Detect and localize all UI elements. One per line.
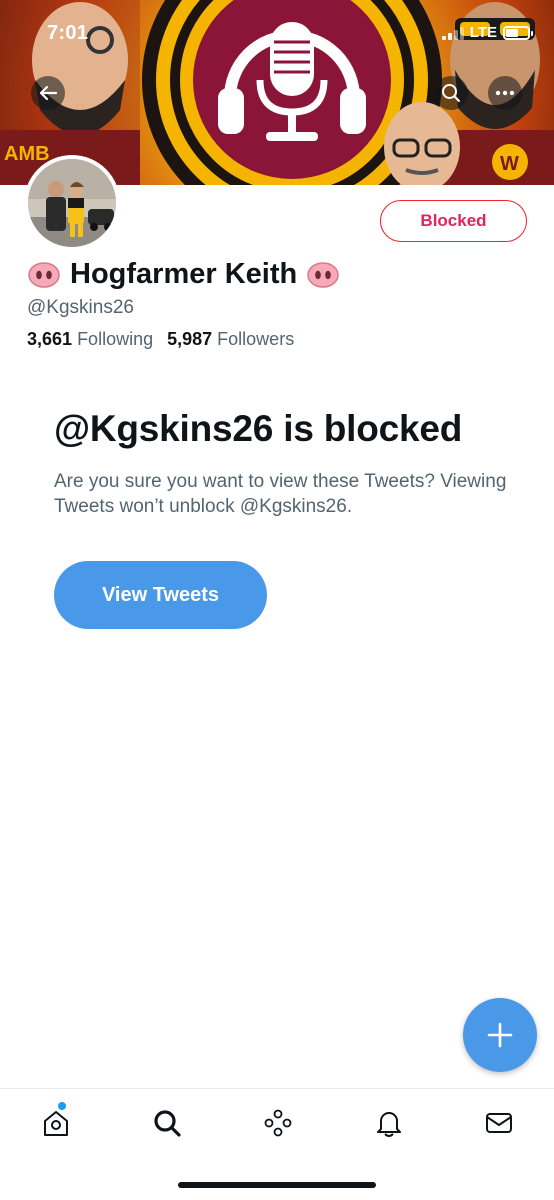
followers-count: 5,987 bbox=[167, 329, 213, 349]
search-icon bbox=[154, 1110, 181, 1137]
view-tweets-button[interactable]: View Tweets bbox=[54, 561, 267, 629]
back-arrow-icon bbox=[39, 85, 58, 101]
svg-text:AMB: AMB bbox=[4, 143, 50, 165]
signal-icon bbox=[441, 26, 464, 40]
more-icon bbox=[495, 90, 515, 96]
tab-spaces[interactable] bbox=[258, 1105, 298, 1141]
home-indicator[interactable] bbox=[178, 1182, 376, 1188]
home-icon bbox=[44, 1111, 68, 1136]
display-name: Hogfarmer Keith bbox=[28, 258, 339, 291]
search-icon bbox=[442, 84, 460, 102]
tab-search[interactable] bbox=[147, 1105, 187, 1141]
blocked-button[interactable]: Blocked bbox=[380, 200, 527, 242]
pig-nose-icon bbox=[28, 261, 60, 288]
followers-label: Followers bbox=[217, 329, 295, 349]
avatar[interactable] bbox=[24, 155, 120, 251]
blocked-description: Are you sure you want to view these Twee… bbox=[54, 471, 507, 517]
status-indicators: LTE bbox=[441, 24, 533, 41]
network-type: LTE bbox=[469, 24, 497, 41]
profile-search-button[interactable] bbox=[434, 76, 468, 110]
tab-home[interactable] bbox=[36, 1102, 76, 1141]
messages-icon bbox=[486, 1113, 512, 1133]
compose-tweet-button[interactable] bbox=[463, 998, 537, 1072]
tab-messages[interactable] bbox=[479, 1105, 519, 1141]
avatar-photo bbox=[28, 159, 116, 247]
svg-text:W: W bbox=[500, 153, 519, 175]
pig-nose-icon bbox=[307, 261, 339, 288]
status-time: 7:01 bbox=[47, 22, 89, 44]
followers-link[interactable]: 5,987 Followers bbox=[167, 329, 294, 350]
microphone-headphones-icon bbox=[218, 22, 366, 141]
following-label: Following bbox=[77, 329, 154, 349]
display-name-text: Hogfarmer Keith bbox=[70, 258, 298, 290]
tab-notifications[interactable] bbox=[369, 1105, 409, 1141]
spaces-icon bbox=[264, 1109, 292, 1137]
back-button[interactable] bbox=[31, 76, 65, 110]
following-link[interactable]: 3,661 Following bbox=[27, 329, 153, 350]
user-handle: @Kgskins26 bbox=[27, 297, 134, 318]
battery-icon bbox=[503, 25, 533, 40]
blocked-title: @Kgskins26 is blocked bbox=[54, 408, 463, 449]
follow-stats: 3,661 Following 5,987 Followers bbox=[27, 329, 294, 350]
more-options-button[interactable] bbox=[488, 76, 522, 110]
following-count: 3,661 bbox=[27, 329, 73, 349]
home-notification-dot bbox=[58, 1102, 66, 1110]
notifications-icon bbox=[377, 1112, 401, 1137]
plus-icon bbox=[487, 1022, 513, 1048]
